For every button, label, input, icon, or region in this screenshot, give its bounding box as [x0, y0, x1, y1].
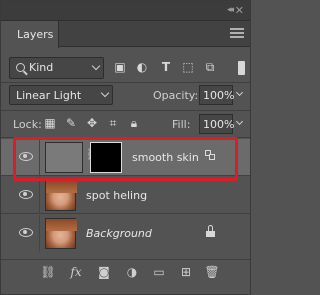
new-group-icon[interactable]: ▭: [151, 264, 167, 280]
layer-thumbnail[interactable]: [45, 218, 77, 249]
delete-icon[interactable]: 🗑︎: [204, 264, 220, 280]
chevron-down-icon: [91, 61, 101, 71]
divider: [1, 137, 250, 138]
layers-list: ⛓ smooth skin spot heling Background: [1, 139, 250, 259]
layer-mask-thumbnail[interactable]: [90, 142, 122, 173]
layer-row-smooth-skin[interactable]: ⛓ smooth skin: [1, 139, 250, 176]
opacity-value: 100%: [203, 89, 235, 102]
opacity-label: Opacity:: [153, 89, 199, 102]
fill-label: Fill:: [172, 118, 191, 131]
blend-row: Linear Light Opacity: 100%: [9, 85, 245, 107]
tab-row: Layers: [1, 21, 250, 48]
link-layers-icon[interactable]: ⛓: [40, 264, 56, 280]
add-mask-icon[interactable]: ◙: [96, 264, 112, 280]
fx-icon[interactable]: fx: [68, 264, 84, 280]
adjustment-filter-icon[interactable]: ◐: [135, 60, 149, 74]
blend-mode-value: Linear Light: [16, 89, 82, 102]
blend-mode-select[interactable]: Linear Light: [9, 85, 113, 105]
divider: [1, 82, 250, 83]
lock-image-pixels-icon[interactable]: ✎: [64, 116, 78, 130]
layer-row-spot-heling[interactable]: spot heling: [1, 177, 250, 214]
layer-name[interactable]: smooth skin: [132, 151, 199, 164]
layer-name[interactable]: Background: [86, 227, 152, 240]
divider: [1, 110, 250, 111]
layer-thumbnail[interactable]: [45, 180, 77, 211]
lock-position-icon[interactable]: ✥: [85, 116, 99, 130]
kind-filter-value: Kind: [29, 61, 54, 74]
search-icon: [16, 63, 25, 72]
new-layer-icon[interactable]: ⊞: [178, 264, 194, 280]
visibility-eye-icon[interactable]: [19, 151, 33, 161]
chevron-down-icon: [100, 88, 110, 98]
divider: [39, 177, 40, 214]
tab-layers[interactable]: Layers: [1, 21, 59, 48]
layer-row-background[interactable]: Background: [1, 215, 250, 252]
filter-toggle-switch[interactable]: [238, 61, 245, 75]
layers-bottom-toolbar: ⛓ fx ◙ ◑ ▭ ⊞ 🗑︎: [1, 259, 250, 282]
fill-value: 100%: [203, 118, 235, 131]
portrait-thumbnail-hair: [46, 181, 77, 193]
fill-dropdown-icon[interactable]: [235, 117, 244, 126]
layer-thumbnail[interactable]: [45, 142, 83, 173]
collapse-panel-icon[interactable]: ◂◂: [227, 5, 234, 15]
opacity-dropdown-icon[interactable]: [235, 88, 244, 97]
divider: [39, 215, 40, 252]
panel-menu-icon[interactable]: [230, 28, 244, 40]
layers-panel: ◂◂ ✕ Layers Kind ▣ ◐ T ⬚ ⧉ Linear Light …: [0, 0, 251, 295]
divider: [39, 139, 40, 176]
visibility-eye-icon[interactable]: [19, 227, 33, 237]
adjustment-layer-icon[interactable]: ◑: [124, 264, 140, 280]
kind-filter-select[interactable]: Kind: [9, 57, 104, 79]
type-filter-icon[interactable]: T: [159, 60, 173, 74]
filter-row: Kind ▣ ◐ T ⬚ ⧉: [9, 57, 245, 81]
lock-all-icon[interactable]: 🔒︎: [127, 116, 141, 130]
lock-label: Lock:: [13, 118, 42, 131]
lock-row: Lock: ▦ ✎ ✥ ⌗ 🔒︎ Fill: 100%: [9, 114, 245, 134]
prevent-auto-nesting-icon[interactable]: ⌗: [106, 116, 120, 130]
image-filter-icon[interactable]: ▣: [113, 60, 127, 74]
lock-transparent-pixels-icon[interactable]: ▦: [43, 116, 57, 130]
panel-title-bar: ◂◂ ✕: [1, 1, 250, 21]
close-panel-icon[interactable]: ✕: [235, 4, 244, 17]
shape-filter-icon[interactable]: ⬚: [181, 60, 195, 74]
visibility-eye-icon[interactable]: [19, 189, 33, 199]
fill-field[interactable]: 100%: [199, 114, 235, 134]
lock-icon: [206, 225, 216, 237]
smart-object-icon: [205, 150, 217, 162]
opacity-field[interactable]: 100%: [199, 85, 235, 105]
portrait-thumbnail-hair: [46, 219, 77, 231]
layer-name[interactable]: spot heling: [86, 189, 147, 202]
smart-object-filter-icon[interactable]: ⧉: [203, 60, 217, 74]
